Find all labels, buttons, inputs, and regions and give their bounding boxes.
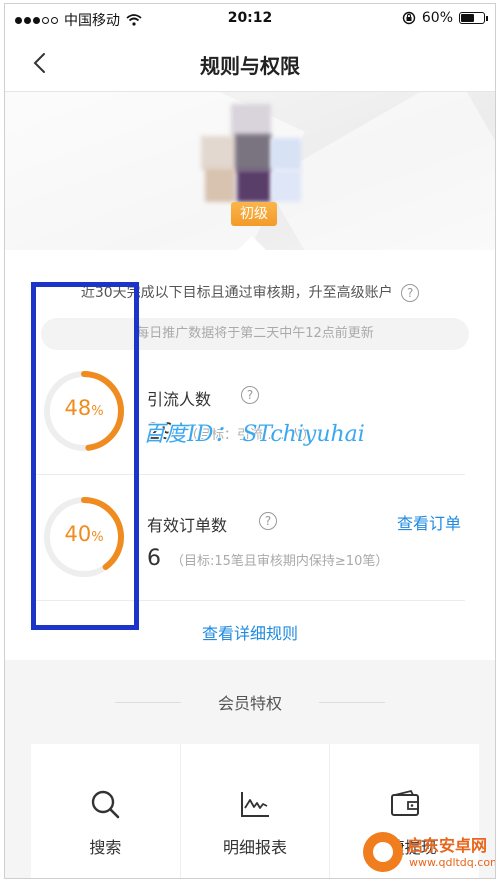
privilege-search[interactable]: 搜索	[31, 744, 181, 878]
search-icon	[92, 790, 120, 819]
header-notch	[238, 236, 266, 250]
site-logo: 启东安卓网 www.qdltdq.com	[363, 830, 495, 874]
privilege-label: 搜索	[89, 838, 122, 857]
metric-value: 6 （目标:15笔且审核期内保持≥10笔）	[147, 546, 389, 571]
privilege-label: 明细报表	[223, 838, 288, 857]
line-chart-icon	[241, 792, 269, 817]
metric-title: 有效订单数	[147, 516, 228, 535]
wallet-icon	[390, 789, 419, 816]
view-orders-link[interactable]: 查看订单	[397, 510, 461, 534]
logo-url: www.qdltdq.com	[409, 856, 496, 869]
divider	[319, 702, 385, 703]
avatar	[201, 104, 301, 202]
highlight-box	[31, 282, 139, 630]
page-title: 规则与权限	[200, 54, 300, 78]
privilege-report[interactable]: 明细报表	[181, 744, 331, 878]
status-bar: 中国移动 20:12 60%	[5, 4, 495, 34]
level-badge: 初级	[231, 202, 277, 226]
logo-title: 启东安卓网	[407, 836, 488, 855]
watermark: 百度ID： STchiyuhai	[143, 422, 365, 447]
section-header: 会员特权	[115, 690, 385, 714]
rotation-lock-icon	[402, 11, 416, 25]
metric-target: （目标:15笔且审核期内保持≥10笔）	[171, 553, 389, 569]
help-icon[interactable]: ?	[259, 512, 277, 530]
app-screen: 中国移动 20:12 60% 规则与权限 初级 近30天完成以下目标且通过审核期…	[4, 3, 496, 879]
metric-title: 引流人数	[147, 390, 212, 409]
battery-icon	[459, 12, 488, 24]
battery-fill	[461, 14, 475, 22]
help-icon[interactable]: ?	[401, 284, 420, 302]
logo-icon	[363, 832, 403, 872]
nav-bar: 规则与权限	[5, 34, 495, 92]
battery-percent: 60%	[421, 10, 453, 26]
help-icon[interactable]: ?	[241, 386, 259, 404]
status-right: 60%	[402, 10, 488, 26]
